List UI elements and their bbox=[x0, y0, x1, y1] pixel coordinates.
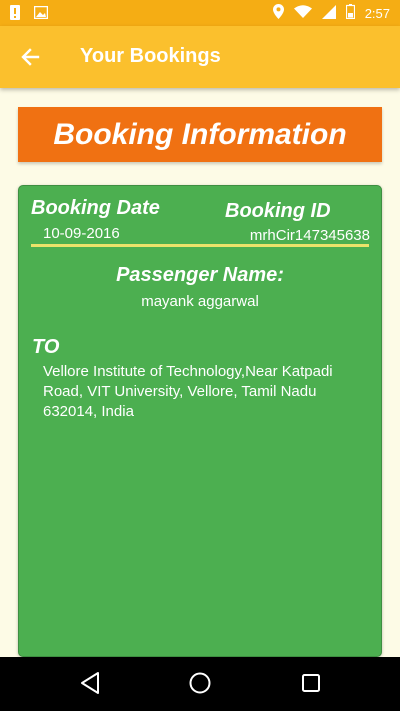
system-nav-bar bbox=[0, 657, 400, 711]
location-icon bbox=[272, 4, 284, 22]
status-time: 2:57 bbox=[364, 5, 390, 21]
booking-card: Booking Date 10-09-2016 Booking ID mrhCi… bbox=[18, 185, 382, 657]
booking-id-value: mrhCir147345638 bbox=[249, 227, 370, 244]
banner-title: Booking Information bbox=[53, 117, 347, 151]
passenger-name-value: mayank aggarwal bbox=[141, 293, 259, 310]
signal-icon bbox=[321, 4, 336, 22]
passenger-name-label: Passenger Name: bbox=[116, 264, 284, 286]
battery-icon bbox=[345, 4, 355, 22]
image-icon bbox=[33, 5, 49, 24]
status-bar: 2:57 bbox=[0, 0, 400, 26]
nav-recents-icon[interactable] bbox=[300, 671, 322, 700]
nav-back-icon[interactable] bbox=[79, 671, 101, 700]
app-title: Your Bookings bbox=[80, 45, 221, 67]
booking-date-value: 10-09-2016 bbox=[43, 225, 120, 242]
booking-id-label: Booking ID bbox=[225, 200, 331, 222]
booking-date-label: Booking Date bbox=[31, 197, 160, 219]
divider bbox=[31, 244, 369, 247]
app-bar: Your Bookings bbox=[0, 26, 400, 88]
nav-home-icon[interactable] bbox=[188, 671, 212, 700]
booking-info-banner: Booking Information bbox=[18, 107, 382, 162]
back-arrow-icon[interactable] bbox=[18, 44, 44, 70]
destination-label: TO bbox=[32, 336, 60, 358]
destination-address: Vellore Institute of Technology,Near Kat… bbox=[43, 363, 333, 420]
wifi-icon bbox=[293, 5, 312, 21]
alert-icon bbox=[10, 5, 20, 25]
